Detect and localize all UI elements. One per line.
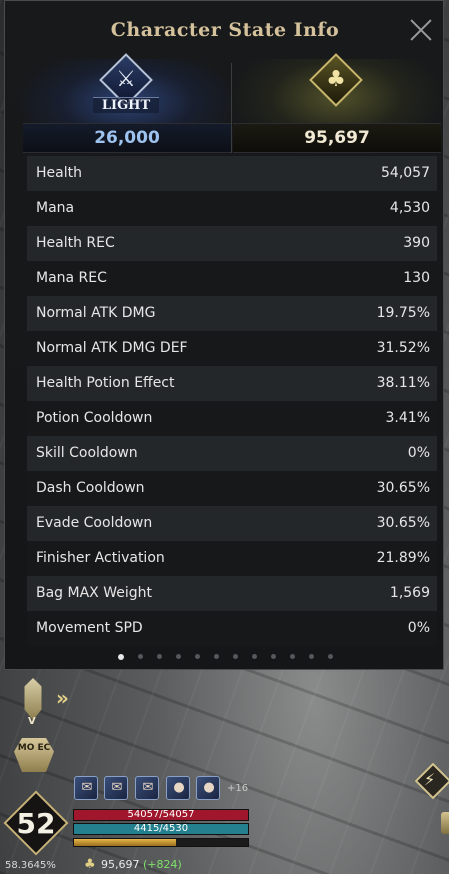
page-dot[interactable] — [251, 654, 257, 659]
stat-row: Mana 4,530 — [27, 191, 437, 226]
quick-slots-more[interactable]: +16 — [227, 783, 248, 794]
close-icon[interactable] — [410, 19, 432, 41]
experience-bar — [73, 838, 249, 847]
mana-bar: 4415/4530 — [73, 823, 249, 835]
experience-fill — [74, 839, 176, 846]
scroll-icon: ✉ — [81, 780, 93, 795]
stat-value: 130 — [403, 270, 430, 286]
stat-value: 3.41% — [385, 410, 430, 426]
lightning-icon: ⚡ — [424, 770, 436, 789]
tree-emblem-icon: ♣ — [326, 67, 346, 92]
stat-label: Mana REC — [36, 270, 107, 286]
double-chevron-icon[interactable]: » — [56, 686, 69, 710]
stat-row: Potion Cooldown 3.41% — [27, 401, 437, 436]
stat-label: Skill Cooldown — [36, 445, 138, 461]
stat-row: Evade Cooldown 30.65% — [27, 506, 437, 541]
page-dot[interactable] — [232, 654, 238, 659]
player-level: 52 — [16, 807, 56, 840]
light-score-bar: 26,000 — [23, 123, 231, 153]
panel-title: Character State Info — [110, 19, 340, 41]
faction-divider — [231, 63, 232, 153]
weapon-slot-label: V — [28, 716, 36, 727]
page-dot[interactable] — [194, 654, 200, 659]
stat-value: 31.52% — [376, 340, 430, 356]
stat-row: Finisher Activation 21.89% — [27, 541, 437, 576]
stat-value: 4,530 — [389, 200, 430, 216]
light-label: LIGHT — [93, 97, 159, 113]
stat-value: 38.11% — [376, 375, 430, 391]
page-dot[interactable] — [270, 654, 276, 659]
food-icon: ● — [203, 780, 215, 795]
pagination-dots — [5, 646, 445, 660]
gold-score-bar: 95,697 — [233, 123, 441, 153]
scroll-icon: ✉ — [111, 780, 123, 795]
stat-value: 390 — [403, 235, 430, 251]
stat-value: 30.65% — [376, 480, 430, 496]
stat-label: Health REC — [36, 235, 115, 251]
quick-slot-scroll-3[interactable]: ✉ — [135, 776, 159, 800]
stat-value: 1,569 — [389, 585, 430, 601]
stat-label: Mana — [36, 200, 75, 216]
health-bar: 54057/54057 — [73, 809, 249, 821]
stat-label: Normal ATK DMG — [36, 305, 156, 321]
stat-label: Bag MAX Weight — [36, 585, 152, 601]
health-text: 54057/54057 — [127, 809, 195, 820]
page-dot[interactable] — [289, 654, 295, 659]
quick-slot-scroll-1[interactable]: ✉ — [74, 776, 98, 800]
stat-row: Health 54,057 — [27, 156, 437, 191]
stat-value: 0% — [407, 445, 430, 461]
stat-value: 21.89% — [376, 550, 430, 566]
stat-row: Skill Cooldown 0% — [27, 436, 437, 471]
stats-list: Health 54,057 Mana 4,530 Health REC 390 Mana R… — [27, 156, 437, 646]
stat-value: 0% — [407, 620, 430, 636]
page-dot[interactable] — [137, 654, 143, 659]
stat-row: Movement SPD 0% — [27, 611, 437, 646]
page-dot[interactable] — [327, 654, 333, 659]
currency-gain: (+824) — [143, 858, 182, 871]
crossed-swords-icon: ⚔ — [116, 67, 136, 92]
stat-label: Health Potion Effect — [36, 375, 175, 391]
stat-label: Potion Cooldown — [36, 410, 153, 426]
quick-slot-food-2[interactable]: ● — [196, 776, 220, 800]
stat-row: Mana REC 130 — [27, 261, 437, 296]
page-dot[interactable] — [117, 653, 124, 660]
mana-text: 4415/4530 — [133, 823, 189, 834]
character-state-info-panel: Character State Info ⚔ LIGHT ♣ 26,000 95… — [4, 0, 444, 670]
stat-label: Evade Cooldown — [36, 515, 153, 531]
quick-slot-food-1[interactable]: ● — [166, 776, 190, 800]
page-dot[interactable] — [213, 654, 219, 659]
stat-label: Health — [36, 165, 82, 181]
gold-score: 95,697 — [304, 128, 370, 148]
stat-label: Normal ATK DMG DEF — [36, 340, 188, 356]
tree-emblem-icon: ♣ — [84, 857, 96, 872]
mode-icon-text: MO EC — [17, 743, 51, 753]
side-edge-icon[interactable] — [441, 812, 449, 834]
stat-label: Finisher Activation — [36, 550, 165, 566]
stat-value: 54,057 — [381, 165, 430, 181]
currency-amount: 95,697 — [101, 858, 140, 871]
stat-row: Health REC 390 — [27, 226, 437, 261]
stat-row: Dash Cooldown 30.65% — [27, 471, 437, 506]
light-score: 26,000 — [94, 128, 160, 148]
page-dot[interactable] — [175, 654, 181, 659]
page-dot[interactable] — [308, 654, 314, 659]
page-dot[interactable] — [156, 654, 162, 659]
stat-row: Health Potion Effect 38.11% — [27, 366, 437, 401]
food-icon: ● — [173, 780, 185, 795]
experience-percent: 58.3645% — [5, 860, 56, 871]
stat-value: 19.75% — [376, 305, 430, 321]
stat-label: Dash Cooldown — [36, 480, 145, 496]
quick-slot-scroll-2[interactable]: ✉ — [104, 776, 128, 800]
stat-row: Bag MAX Weight 1,569 — [27, 576, 437, 611]
stat-label: Movement SPD — [36, 620, 143, 636]
stat-row: Normal ATK DMG DEF 31.52% — [27, 331, 437, 366]
stat-row: Normal ATK DMG 19.75% — [27, 296, 437, 331]
stat-value: 30.65% — [376, 515, 430, 531]
scroll-icon: ✉ — [142, 780, 154, 795]
